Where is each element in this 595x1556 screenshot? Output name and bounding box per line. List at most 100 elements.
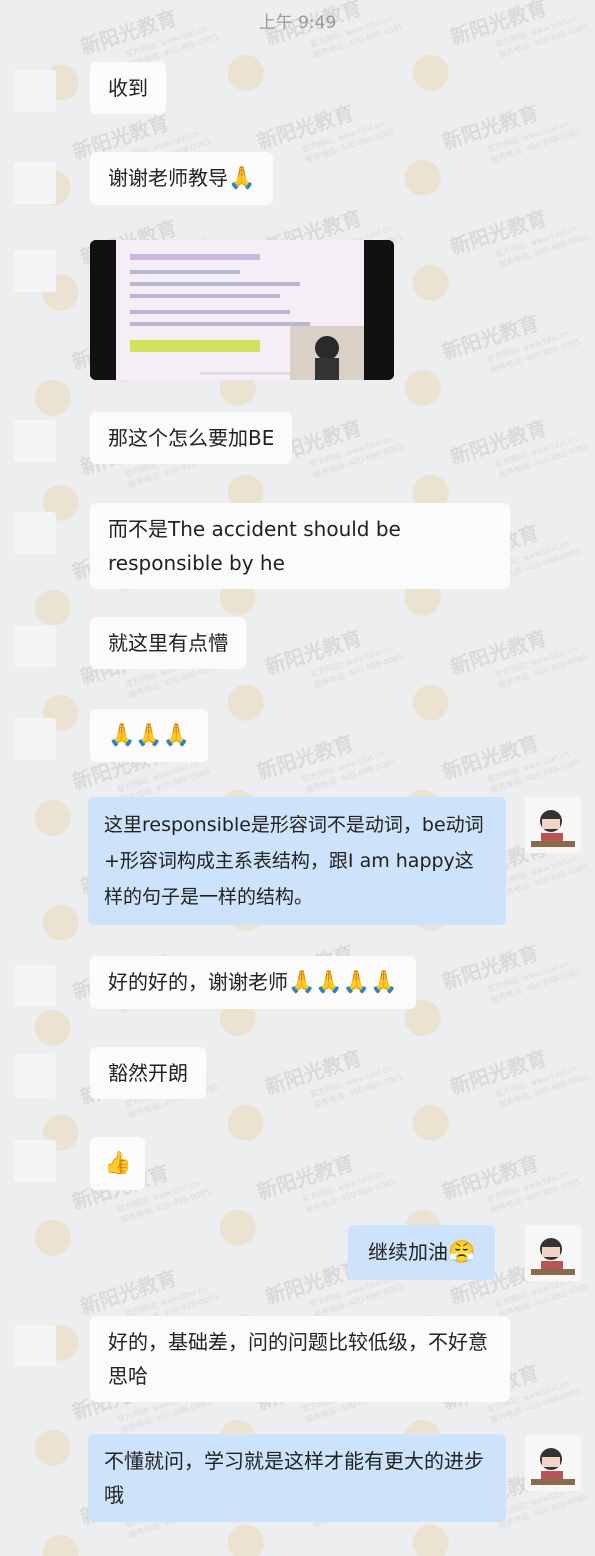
watermark-logo-icon <box>34 1009 71 1046</box>
avatar[interactable] <box>14 965 56 1007</box>
watermark-brand: 新阳光教育 <box>254 731 357 785</box>
avatar[interactable] <box>14 625 56 667</box>
watermark-line: 官方网站: www.tdxl.cn <box>486 958 571 994</box>
message-text: 这里responsible是形容词不是动词，be动词+形容词构成主系表结构，跟I… <box>104 814 484 908</box>
teacher-avatar[interactable] <box>525 1435 581 1491</box>
avatar[interactable] <box>14 1055 56 1097</box>
watermark-brand: 新阳光教育 <box>77 1266 180 1320</box>
watermark-logo-icon <box>34 379 71 416</box>
avatar[interactable] <box>14 718 56 760</box>
message-bubble[interactable]: 好的好的，谢谢老师🙏🙏🙏🙏 <box>90 956 416 1009</box>
watermark-line: 服务电话: 400-888-0085 <box>497 1071 589 1110</box>
watermark-brand: 新阳光教育 <box>447 1046 550 1100</box>
message-bubble[interactable]: 那这个怎么要加BE <box>90 412 293 464</box>
message-text: 不懂就问，学习就是这样才能有更大的进步哦 <box>104 1449 484 1507</box>
teacher-avatar[interactable] <box>525 1225 581 1281</box>
watermark-brand: 新阳光教育 <box>439 311 542 365</box>
watermark-line: 服务电话: 400-888-0085 <box>489 126 581 165</box>
video-message[interactable] <box>90 240 394 380</box>
watermark-line: 官方网站: www.tdxl.cn <box>124 1283 209 1319</box>
watermark-line: 服务电话: 400-888-0085 <box>312 1071 404 1110</box>
message-text: 就这里有点懵 <box>108 631 228 655</box>
watermark-brand: 新阳光教育 <box>262 626 365 680</box>
watermark-line: 服务电话: 400-888-0085 <box>489 966 581 1005</box>
message-bubble[interactable]: 好的，基础差，问的问题比较低级，不好意思哈 <box>90 1316 510 1402</box>
watermark-logo-icon <box>34 1429 71 1466</box>
watermark-line: 官方网站: www.tdxl.cn <box>486 328 571 364</box>
teacher-message-bubble[interactable]: 继续加油😤 <box>348 1225 496 1280</box>
watermark-line: 官方网站: www.tdxl.cn <box>301 748 386 784</box>
avatar[interactable] <box>14 162 56 204</box>
message-bubble[interactable]: 就这里有点懵 <box>90 617 246 669</box>
watermark-logo-icon <box>219 1209 256 1246</box>
watermark-line: 服务电话: 400-888-0085 <box>497 231 589 270</box>
watermark-tile: 新阳光教育官方网站: www.tdxl.cn服务电话: 400-888-0085 <box>412 206 589 301</box>
message-bubble[interactable]: 👍 <box>90 1137 146 1190</box>
watermark-line: 服务电话: 400-888-0085 <box>489 1176 581 1215</box>
watermark-line: 官方网站: www.tdxl.cn <box>301 118 386 154</box>
teacher-message-bubble[interactable]: 这里responsible是形容词不是动词，be动词+形容词构成主系表结构，跟I… <box>88 797 506 925</box>
watermark-logo-icon <box>412 1104 449 1141</box>
watermark-logo-icon <box>42 904 79 941</box>
watermark-line: 官方网站: www.tdxl.cn <box>309 1063 394 1099</box>
watermark-brand: 新阳光教育 <box>439 1151 542 1205</box>
watermark-tile: 新阳光教育官方网站: www.tdxl.cn服务电话: 400-888-0085 <box>412 416 589 511</box>
watermark-tile: 新阳光教育官方网站: www.tdxl.cn服务电话: 400-888-0085 <box>412 1046 589 1141</box>
teacher-message-bubble[interactable]: 不懂就问，学习就是这样才能有更大的进步哦 <box>88 1434 506 1522</box>
watermark-brand: 新阳光教育 <box>254 1151 357 1205</box>
teacher-avatar[interactable] <box>525 797 581 853</box>
watermark-line: 服务电话: 400-888-0085 <box>304 756 396 795</box>
determined-face-icon: 😤 <box>448 1240 476 1265</box>
watermark-line: 官方网站: www.tdxl.cn <box>494 223 579 259</box>
praying-hands-icon: 🙏 <box>228 166 256 191</box>
watermark-tile: 新阳光教育官方网站: www.tdxl.cn服务电话: 400-888-0085 <box>412 626 589 721</box>
avatar[interactable] <box>14 1325 56 1367</box>
avatar[interactable] <box>14 250 56 292</box>
message-text: 继续加油 <box>368 1240 448 1264</box>
watermark-tile: 新阳光教育官方网站: www.tdxl.cn服务电话: 400-888-0085 <box>404 101 581 196</box>
message-text: 收到 <box>108 76 148 100</box>
avatar[interactable] <box>14 420 56 462</box>
message-bubble[interactable]: 豁然开朗 <box>90 1047 206 1099</box>
watermark-logo-icon <box>34 589 71 626</box>
watermark-line: 服务电话: 400-888-0085 <box>312 1281 404 1320</box>
watermark-logo-icon <box>227 54 264 91</box>
message-bubble[interactable]: 🙏🙏🙏 <box>90 709 209 762</box>
watermark-logo-icon <box>412 264 449 301</box>
watermark-logo-icon <box>412 54 449 91</box>
watermark-line: 官方网站: www.tdxl.cn <box>116 758 201 794</box>
message-text: 好的，基础差，问的问题比较低级，不好意思哈 <box>108 1330 488 1388</box>
watermark-brand: 新阳光教育 <box>439 941 542 995</box>
watermark-line: 服务电话: 400-888-0085 <box>312 441 404 480</box>
watermark-line: 官方网站: www.tdxl.cn <box>494 433 579 469</box>
watermark-logo-icon <box>227 1524 264 1556</box>
watermark-line: 官方网站: www.tdxl.cn <box>494 853 579 889</box>
watermark-line: 服务电话: 400-888-0085 <box>312 651 404 690</box>
watermark-brand: 新阳光教育 <box>447 626 550 680</box>
message-bubble[interactable]: 收到 <box>90 62 166 114</box>
watermark-line: 官方网站: www.tdxl.cn <box>494 1063 579 1099</box>
watermark-line: 官方网站: www.tdxl.cn <box>486 118 571 154</box>
watermark-logo-icon <box>34 1219 71 1256</box>
praying-hands-icon: 🙏🙏🙏🙏 <box>288 970 398 995</box>
watermark-brand: 新阳光教育 <box>262 1046 365 1100</box>
watermark-line: 服务电话: 400-888-0085 <box>497 1281 589 1320</box>
watermark-brand: 新阳光教育 <box>439 731 542 785</box>
watermark-logo-icon <box>412 684 449 721</box>
watermark-brand: 新阳光教育 <box>439 101 542 155</box>
watermark-line: 官方网站: www.tdxl.cn <box>494 643 579 679</box>
avatar[interactable] <box>14 512 56 554</box>
watermark-line: 服务电话: 400-888-0085 <box>497 1491 589 1530</box>
watermark-brand: 新阳光教育 <box>254 101 357 155</box>
avatar[interactable] <box>14 70 56 112</box>
watermark-line: 服务电话: 400-888-0085 <box>497 861 589 900</box>
avatar[interactable] <box>14 1140 56 1182</box>
message-text: 而不是The accident should be responsible by… <box>108 517 401 575</box>
watermark-line: 官方网站: www.tdxl.cn <box>301 1168 386 1204</box>
message-bubble[interactable]: 而不是The accident should be responsible by… <box>90 503 510 589</box>
watermark-logo-icon <box>404 369 441 406</box>
watermark-tile: 新阳光教育官方网站: www.tdxl.cn服务电话: 400-888-0085 <box>404 311 581 406</box>
watermark-logo-icon <box>412 1524 449 1556</box>
message-bubble[interactable]: 谢谢老师教导🙏 <box>90 152 274 205</box>
watermark-line: 官方网站: www.tdxl.cn <box>309 433 394 469</box>
